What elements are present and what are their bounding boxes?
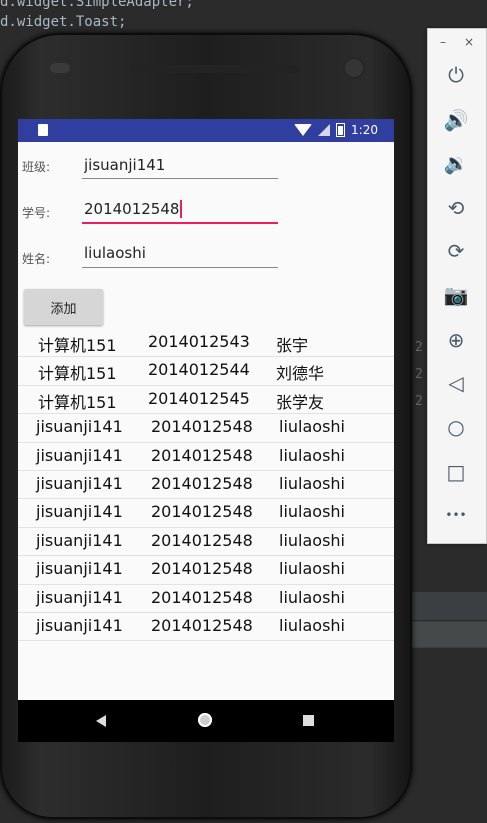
power-icon[interactable]: ⏻: [442, 61, 470, 89]
row-class: jisuanji141: [36, 559, 123, 579]
add-button[interactable]: 添加: [24, 289, 103, 325]
student-list[interactable]: 计算机151 2014012543 张宇 计算机151 2014012544 刘德华 计算机…: [18, 329, 394, 642]
device-screen: 1:20 班级: 学号: 姓名: 添加 计算机1512014012543张宇计算…: [18, 119, 394, 742]
minimize-icon[interactable]: –: [440, 35, 446, 49]
row-name: liulaoshi: [279, 417, 345, 437]
nav-home-icon[interactable]: [198, 713, 212, 727]
speaker: [50, 63, 70, 73]
row-name: liulaoshi: [279, 473, 345, 493]
more-icon[interactable]: •••: [442, 501, 470, 529]
id-label: 学号:: [22, 206, 51, 220]
row-class: 计算机151: [38, 364, 117, 384]
id-input[interactable]: [82, 195, 282, 223]
nav-bar: [18, 700, 394, 742]
list-item[interactable]: 计算机151 2014012545 张学友: [18, 386, 394, 415]
front-camera: [345, 59, 363, 77]
nav-recents-icon[interactable]: [303, 715, 314, 726]
signal-icon: [318, 124, 331, 136]
row-class: 计算机151: [38, 336, 117, 355]
class-input-underline: [82, 178, 278, 179]
ide-code-line: d.widget.Toast;: [0, 14, 127, 30]
row-name: liulaoshi: [279, 530, 345, 550]
rotate-right-icon[interactable]: ⟳: [442, 237, 470, 265]
emulator-toolbar: – × ⏻ 🔊 🔉 ⟲ ⟳ 📷 ⊕ ◁ ○ □ •••: [427, 28, 487, 544]
list-item[interactable]: jisuanji141 2014012548 liulaoshi: [18, 443, 394, 471]
row-class: jisuanji141: [36, 530, 123, 550]
zoom-icon[interactable]: ⊕: [442, 326, 470, 354]
ide-gutter-number: 2: [415, 394, 423, 409]
row-class: jisuanji141: [36, 445, 123, 465]
home-icon[interactable]: ○: [442, 413, 470, 441]
rotate-left-icon[interactable]: ⟲: [442, 194, 470, 222]
list-item[interactable]: jisuanji141 2014012548 liulaoshi: [18, 528, 394, 557]
ide-code-line: d.widget.SimpleAdapter;: [0, 0, 194, 10]
volume-up-icon[interactable]: 🔊: [442, 106, 470, 134]
list-item[interactable]: jisuanji141 2014012548 liulaoshi: [18, 499, 394, 528]
wifi-icon: [294, 124, 313, 136]
row-name: liulaoshi: [279, 559, 345, 579]
list-item[interactable]: jisuanji141 2014012548 liulaoshi: [18, 414, 394, 443]
nav-back-icon[interactable]: [96, 715, 106, 727]
row-class: jisuanji141: [36, 417, 123, 437]
row-name: liulaoshi: [279, 615, 345, 635]
list-item[interactable]: 计算机151 2014012543 张宇: [18, 329, 394, 358]
list-item[interactable]: 计算机151 2014012544 刘德华: [18, 357, 394, 386]
row-id: 2014012544: [148, 360, 250, 380]
earpiece: [130, 65, 300, 73]
row-class: jisuanji141: [36, 473, 123, 493]
status-bar: 1:20: [18, 119, 394, 142]
list-item[interactable]: jisuanji141 2014012548 liulaoshi: [18, 585, 394, 613]
row-id: 2014012548: [151, 417, 253, 437]
row-id: 2014012548: [151, 587, 253, 607]
sd-card-icon: [38, 124, 48, 136]
overview-icon[interactable]: □: [442, 458, 470, 486]
row-class: 计算机151: [38, 392, 117, 412]
list-item[interactable]: jisuanji141 2014012548 liulaoshi: [18, 556, 394, 585]
row-name: 张宇: [276, 336, 309, 355]
id-input-underline: [82, 222, 278, 224]
row-class: jisuanji141: [36, 502, 123, 522]
class-input[interactable]: [82, 151, 282, 179]
row-name: liulaoshi: [279, 445, 345, 465]
row-name: 刘德华: [276, 364, 325, 384]
class-label: 班级:: [22, 160, 51, 174]
list-item[interactable]: jisuanji141 2014012548 liulaoshi: [18, 471, 394, 500]
status-time: 1:20: [351, 123, 378, 137]
row-id: 2014012548: [151, 559, 253, 579]
row-id: 2014012548: [151, 502, 253, 522]
name-input[interactable]: [82, 239, 282, 267]
ide-gutter-number: 2: [415, 340, 423, 355]
name-label: 姓名:: [22, 252, 51, 266]
row-id: 2014012548: [151, 530, 253, 550]
camera-icon[interactable]: 📷: [442, 281, 470, 309]
row-id: 2014012548: [151, 445, 253, 465]
row-id: 2014012543: [148, 332, 250, 351]
ide-gutter-number: 2: [415, 367, 423, 382]
row-id: 2014012545: [148, 388, 250, 408]
name-input-underline: [82, 267, 278, 268]
battery-icon: [336, 123, 346, 137]
close-icon[interactable]: ×: [464, 35, 474, 49]
row-class: jisuanji141: [36, 615, 123, 635]
back-icon[interactable]: ◁: [442, 369, 470, 397]
list-item[interactable]: jisuanji141 2014012548 liulaoshi: [18, 613, 394, 642]
volume-down-icon[interactable]: 🔉: [442, 149, 470, 177]
row-id: 2014012548: [151, 615, 253, 635]
row-name: 张学友: [276, 392, 325, 412]
row-name: liulaoshi: [279, 502, 345, 522]
text-cursor: [180, 200, 182, 218]
row-class: jisuanji141: [36, 587, 123, 607]
row-id: 2014012548: [151, 473, 253, 493]
row-name: liulaoshi: [279, 587, 345, 607]
